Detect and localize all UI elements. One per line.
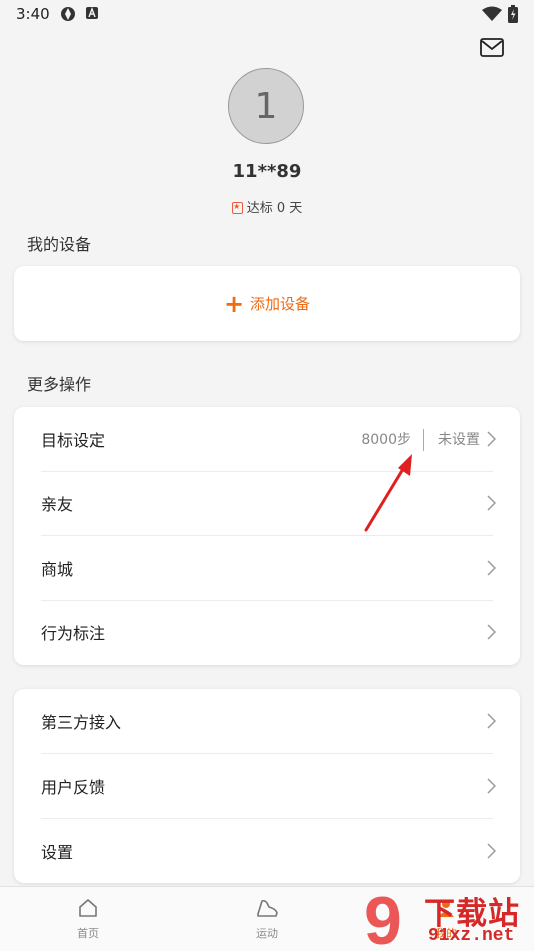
- username: 11**89: [232, 161, 302, 182]
- annotation-arrow: [364, 454, 412, 532]
- row-label: 用户反馈: [41, 778, 106, 797]
- row-friends[interactable]: 亲友: [14, 471, 520, 535]
- shoe-icon: [257, 899, 278, 917]
- row-label: 第三方接入: [41, 713, 122, 732]
- avatar[interactable]: 1: [228, 68, 304, 144]
- row-store[interactable]: 商城: [14, 536, 520, 600]
- row-label: 商城: [41, 560, 74, 579]
- row-goal-setting[interactable]: 目标设定 8000步 未设置: [14, 407, 520, 471]
- chevron-right-icon: [487, 713, 496, 729]
- more-operations-title: 更多操作: [27, 375, 92, 394]
- status-time: 3:40: [16, 5, 50, 23]
- row-behavior-marking[interactable]: 行为标注: [14, 600, 520, 664]
- row-settings[interactable]: 设置: [14, 819, 520, 883]
- watermark: 9 下载站 91xz.net: [362, 886, 534, 950]
- my-devices-title: 我的设备: [27, 235, 92, 254]
- tab-label: 运动: [256, 927, 278, 940]
- row-feedback[interactable]: 用户反馈: [14, 754, 520, 818]
- devices-card: + 添加设备: [14, 266, 520, 341]
- chevron-right-icon: [487, 843, 496, 859]
- chevron-right-icon: [487, 624, 496, 640]
- row-third-party[interactable]: 第三方接入: [14, 689, 520, 753]
- status-bar: 3:40: [0, 0, 534, 30]
- goal-days: 达标 0 天: [0, 197, 534, 216]
- tab-home[interactable]: 首页: [48, 897, 128, 941]
- chevron-right-icon: [487, 495, 496, 511]
- wifi-icon: [482, 6, 502, 21]
- home-icon: [79, 899, 97, 917]
- goal-steps-value: 8000步: [361, 432, 411, 448]
- a-letter-icon: [86, 7, 98, 19]
- other-card: 第三方接入 用户反馈 设置: [14, 689, 520, 883]
- avatar-text: 1: [254, 85, 278, 127]
- goal-status: 未设置: [438, 432, 480, 448]
- watermark-site: 91xz.net: [428, 926, 515, 946]
- row-label: 亲友: [41, 495, 74, 514]
- row-label: 设置: [41, 843, 74, 862]
- status-app-icon: [61, 7, 75, 21]
- battery-icon: [508, 5, 518, 23]
- row-label: 行为标注: [41, 624, 106, 643]
- chevron-right-icon: [487, 778, 496, 794]
- chevron-right-icon: [487, 560, 496, 576]
- plus-icon: +: [223, 289, 245, 318]
- medal-icon: [231, 200, 243, 214]
- divider: [423, 429, 424, 451]
- mail-icon[interactable]: [480, 38, 504, 58]
- tab-sport[interactable]: 运动: [227, 897, 307, 941]
- goal-days-text: 达标 0 天: [246, 201, 303, 216]
- more-operations-card: 目标设定 8000步 未设置 亲友 商城 行为标注: [14, 407, 520, 665]
- chevron-right-icon: [487, 431, 496, 447]
- watermark-logo: 9: [364, 886, 402, 950]
- watermark-logo-icon: 9: [364, 886, 402, 950]
- add-device-label: 添加设备: [250, 295, 311, 313]
- row-label: 目标设定: [41, 431, 106, 450]
- add-device-button[interactable]: + 添加设备: [14, 266, 520, 341]
- tab-label: 首页: [77, 927, 99, 940]
